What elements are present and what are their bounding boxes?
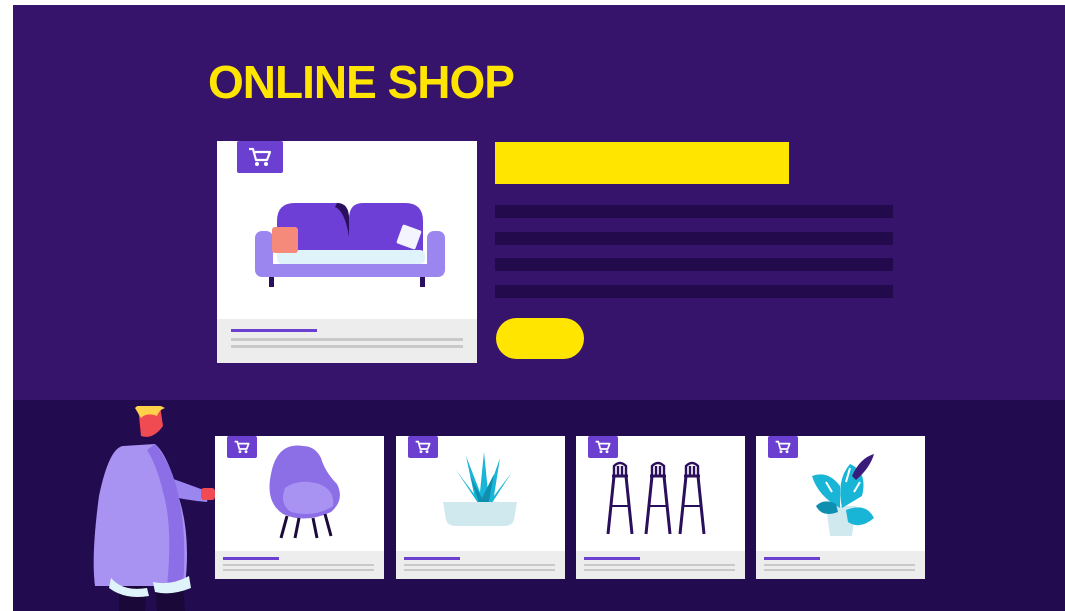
featured-product-card[interactable] xyxy=(217,141,477,363)
product-name-line xyxy=(404,557,460,560)
card-footer xyxy=(756,551,925,579)
product-card[interactable] xyxy=(215,436,384,579)
product-card[interactable] xyxy=(396,436,565,579)
card-footer xyxy=(576,551,745,579)
sofa-icon xyxy=(255,203,445,287)
card-footer xyxy=(217,319,477,363)
product-desc-line xyxy=(223,569,374,571)
description-line xyxy=(495,232,893,245)
product-desc-line xyxy=(764,569,915,571)
product-card[interactable] xyxy=(576,436,745,579)
product-desc-line xyxy=(404,564,555,566)
product-name-line xyxy=(231,329,317,332)
product-desc-line xyxy=(223,564,374,566)
product-desc-line xyxy=(231,345,463,348)
potted-plant-icon xyxy=(443,452,517,526)
product-desc-line xyxy=(404,569,555,571)
buy-button[interactable] xyxy=(496,318,584,359)
card-footer xyxy=(215,551,384,579)
product-desc-line xyxy=(584,569,735,571)
product-card[interactable] xyxy=(756,436,925,579)
monstera-plant-icon xyxy=(812,454,874,536)
bar-stools-icon xyxy=(606,461,706,535)
product-name-line xyxy=(584,557,640,560)
person-pointing-illustration xyxy=(93,406,215,611)
description-line xyxy=(495,258,893,271)
product-desc-line xyxy=(764,564,915,566)
product-desc-line xyxy=(584,564,735,566)
page-frame: ONLINE SHOP xyxy=(13,5,1065,611)
product-desc-line xyxy=(231,338,463,341)
egg-chair-icon xyxy=(269,445,340,539)
hero-section: ONLINE SHOP xyxy=(13,5,1065,400)
description-line xyxy=(495,205,893,218)
description-line xyxy=(495,285,893,298)
product-name-line xyxy=(764,557,820,560)
card-footer xyxy=(396,551,565,579)
page-title: ONLINE SHOP xyxy=(208,56,515,108)
product-title-placeholder xyxy=(495,142,789,184)
